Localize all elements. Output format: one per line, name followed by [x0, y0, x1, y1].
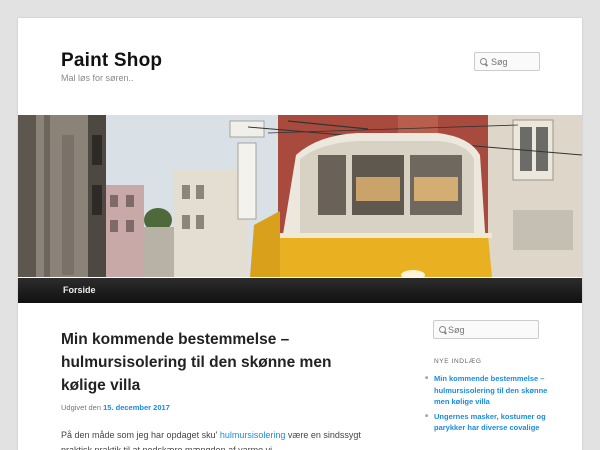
- page: Paint Shop Mal løs for søren.. Søg Forsi…: [18, 18, 582, 450]
- nav-item-forside[interactable]: Forside: [63, 285, 96, 295]
- recent-post-link[interactable]: Min kommende bestemmelse – hulmursisoler…: [434, 374, 547, 406]
- search-input[interactable]: [491, 56, 539, 67]
- header-search[interactable]: [474, 52, 540, 71]
- recent-post-link[interactable]: Ungernes masker, kostumer og parykker ha…: [434, 412, 546, 433]
- post-content: På den måde som jeg har opdaget sku' hul…: [61, 428, 361, 450]
- site-description: Mal løs for søren..: [61, 73, 134, 83]
- post-title[interactable]: Min kommende bestemmelse – hulmursisoler…: [61, 328, 361, 397]
- recent-posts-title: NYE INDLÆG: [434, 358, 482, 365]
- tram-street-photo: [18, 115, 582, 277]
- header-banner-image: [18, 115, 582, 277]
- site-title[interactable]: Paint Shop: [61, 50, 162, 72]
- list-item: Ungernes masker, kostumer og parykker ha…: [425, 411, 550, 434]
- recent-posts-list: Min kommende bestemmelse – hulmursisoler…: [425, 373, 550, 437]
- list-item: Min kommende bestemmelse – hulmursisoler…: [425, 373, 550, 408]
- post-content-link[interactable]: hulmursisolering: [220, 430, 286, 440]
- post-content-start: På den måde som jeg har opdaget sku': [61, 430, 218, 440]
- sidebar-search[interactable]: [433, 320, 539, 339]
- post-date-link[interactable]: 15. december 2017: [103, 403, 170, 412]
- search-icon: [480, 57, 487, 66]
- post-meta-prefix: Udgivet den: [61, 403, 102, 412]
- post-meta: Udgivet den 15. december 2017: [61, 403, 170, 412]
- search-icon: [439, 325, 446, 334]
- main-navigation: Forside: [18, 278, 582, 303]
- sidebar-search-input[interactable]: [448, 324, 538, 335]
